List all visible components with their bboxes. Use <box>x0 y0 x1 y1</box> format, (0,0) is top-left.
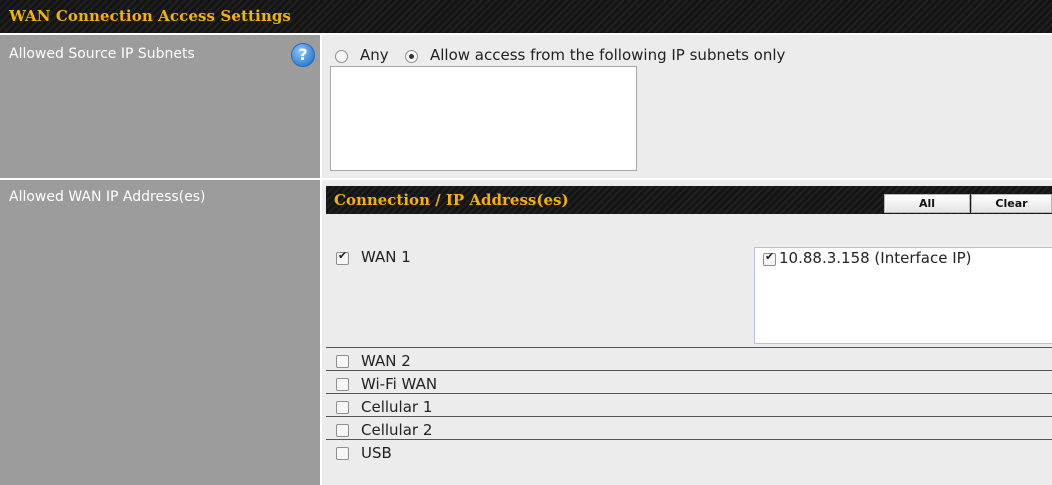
row-divider <box>326 439 1052 440</box>
wan-1-ip-label: 10.88.3.158 (Interface IP) <box>779 249 972 267</box>
row-divider <box>326 416 1052 417</box>
allowed-source-label: Allowed Source IP Subnets <box>9 46 195 62</box>
cellular-2-label: Cellular 2 <box>361 421 433 439</box>
radio-allow-subnets[interactable] <box>405 50 418 63</box>
wan-2-label: WAN 2 <box>361 352 411 370</box>
cellular-2-checkbox[interactable] <box>336 424 349 437</box>
wan-access-settings-page: WAN Connection Access Settings Allowed S… <box>0 0 1052 485</box>
wan-1-ip-list: 10.88.3.158 (Interface IP) <box>754 247 1052 344</box>
connection-panel-title: Connection / IP Address(es) <box>334 191 569 209</box>
connection-panel: Connection / IP Address(es) All Clear WA… <box>326 186 1052 485</box>
usb-label: USB <box>361 444 392 462</box>
wifi-wan-checkbox[interactable] <box>336 378 349 391</box>
allowed-wan-label-cell: Allowed WAN IP Address(es) <box>0 180 320 485</box>
cellular-1-label: Cellular 1 <box>361 398 433 416</box>
connection-panel-header: Connection / IP Address(es) All Clear <box>326 186 1052 214</box>
usb-checkbox[interactable] <box>336 447 349 460</box>
help-icon[interactable]: ? <box>291 43 315 67</box>
wifi-wan-label: Wi-Fi WAN <box>361 375 438 393</box>
wan-2-checkbox[interactable] <box>336 355 349 368</box>
wan-1-label: WAN 1 <box>361 248 411 266</box>
select-all-button[interactable]: All <box>884 194 970 213</box>
radio-any[interactable] <box>335 50 348 63</box>
radio-allow-subnets-label: Allow access from the following IP subne… <box>430 46 786 64</box>
section-header: WAN Connection Access Settings <box>0 0 1052 33</box>
section-title: WAN Connection Access Settings <box>9 7 291 25</box>
radio-any-label: Any <box>360 46 389 64</box>
cellular-1-checkbox[interactable] <box>336 401 349 414</box>
row-divider <box>326 393 1052 394</box>
wan-1-checkbox[interactable] <box>336 249 349 265</box>
wan-1-ip-checkbox[interactable] <box>763 250 776 266</box>
allowed-subnets-textarea[interactable] <box>330 66 637 171</box>
row-divider <box>326 347 1052 348</box>
clear-button[interactable]: Clear <box>971 194 1052 213</box>
allowed-wan-label: Allowed WAN IP Address(es) <box>9 189 206 205</box>
allowed-source-label-cell: Allowed Source IP Subnets ? <box>0 35 320 178</box>
row-divider <box>326 370 1052 371</box>
